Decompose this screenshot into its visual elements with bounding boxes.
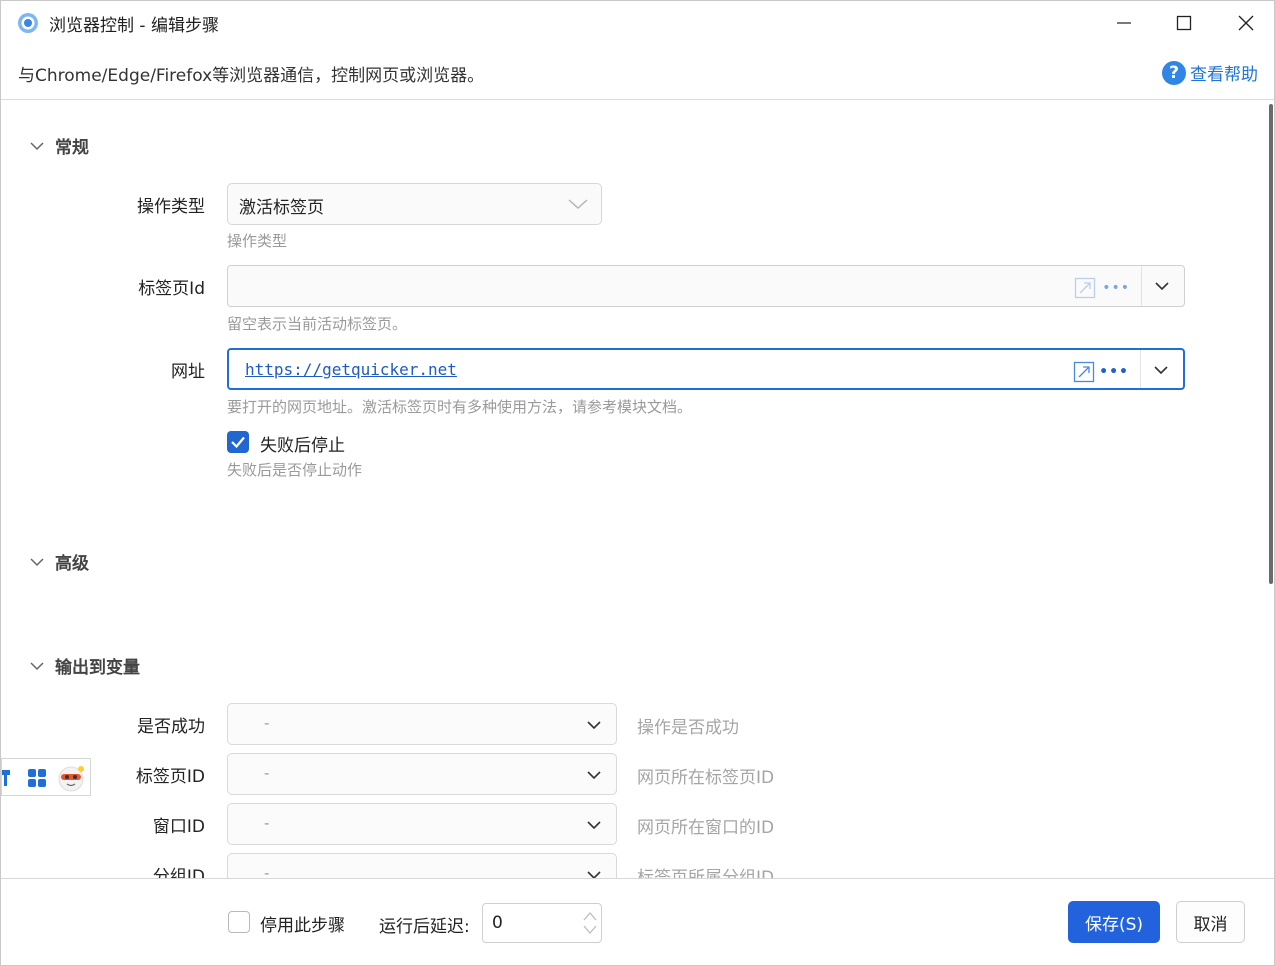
section-advanced-header[interactable]: 高级 (29, 549, 89, 574)
minimize-icon (1117, 22, 1131, 24)
help-icon: ? (1162, 60, 1186, 85)
close-icon (1238, 15, 1254, 31)
more-options-icon[interactable]: ••• (1102, 280, 1130, 296)
section-general-header[interactable]: 常规 (29, 133, 89, 158)
output-hint-window-id: 网页所在窗口的ID (637, 818, 775, 838)
maximize-button[interactable] (1161, 7, 1207, 39)
stop-on-fail-label[interactable]: 失败后停止 (260, 431, 345, 456)
help-link[interactable]: ? 查看帮助 (1162, 60, 1258, 85)
chevron-down-icon (587, 871, 601, 878)
form-content: 常规 操作类型 激活标签页 操作类型 标签页Id ••• 留空表示当前活动标签页… (1, 100, 1263, 878)
output-label-success: 是否成功 (137, 717, 205, 737)
chevron-down-icon[interactable] (1153, 363, 1169, 377)
pin-icon[interactable] (0, 768, 12, 788)
module-description: 与Chrome/Edge/Firefox等浏览器通信，控制网页或浏览器。 (18, 66, 485, 86)
chevron-down-icon (587, 771, 601, 780)
chevron-down-icon (30, 557, 44, 566)
minimize-button[interactable] (1101, 7, 1147, 39)
spinner-arrows-icon[interactable] (581, 907, 599, 939)
operation-type-select[interactable]: 激活标签页 (227, 183, 602, 225)
description-bar: 与Chrome/Edge/Firefox等浏览器通信，控制网页或浏览器。 ? 查… (1, 45, 1274, 100)
section-output-header[interactable]: 输出到变量 (29, 653, 140, 678)
open-external-icon[interactable] (1073, 361, 1095, 383)
grid-icon[interactable] (27, 768, 47, 788)
chevron-down-icon (568, 199, 588, 210)
operation-type-hint: 操作类型 (227, 232, 288, 250)
section-general-title: 常规 (55, 138, 89, 158)
checkmark-icon (231, 436, 245, 449)
tab-id-hint: 留空表示当前活动标签页。 (227, 315, 408, 333)
close-button[interactable] (1223, 7, 1269, 39)
more-options-icon[interactable]: ••• (1099, 364, 1129, 380)
save-button[interactable]: 保存(S) (1068, 901, 1160, 943)
output-label-window-id: 窗口ID (152, 817, 205, 837)
section-output-title: 输出到变量 (55, 658, 140, 678)
editor-window: 浏览器控制 - 编辑步骤 与Chrome/Edge/Firefox等浏览器通信，… (0, 0, 1275, 966)
help-label: 查看帮助 (1190, 65, 1258, 85)
browser-app-icon (18, 13, 38, 33)
url-input[interactable]: https://getquicker.net (245, 350, 1067, 388)
divider (1140, 350, 1141, 388)
open-external-icon[interactable] (1074, 277, 1096, 299)
tab-id-field[interactable]: ••• (227, 265, 1185, 307)
tab-id-input[interactable] (244, 266, 1068, 306)
window-title: 浏览器控制 - 编辑步骤 (49, 16, 219, 36)
stop-on-fail-checkbox[interactable] (227, 431, 249, 453)
chevron-down-icon (30, 661, 44, 670)
url-field[interactable]: https://getquicker.net ••• (227, 348, 1185, 390)
section-advanced-title: 高级 (55, 554, 89, 574)
output-hint-success: 操作是否成功 (637, 718, 739, 738)
output-hint-group-id: 标签页所属分组ID (637, 868, 775, 878)
delay-label: 运行后延迟: (379, 917, 470, 937)
vertical-scrollbar[interactable] (1265, 100, 1274, 878)
output-select-value: - (264, 864, 270, 878)
output-select-value: - (264, 764, 270, 782)
output-label-group-id: 分组ID (152, 867, 205, 878)
title-bar: 浏览器控制 - 编辑步骤 (1, 1, 1274, 45)
divider (1141, 266, 1142, 306)
chevron-down-icon (587, 721, 601, 730)
output-select-value: - (264, 714, 270, 732)
chevron-down-icon (587, 821, 601, 830)
output-select-window-id[interactable]: - (227, 803, 617, 845)
disable-step-label[interactable]: 停用此步骤 (260, 911, 345, 936)
tab-id-label: 标签页Id (138, 279, 205, 299)
mascot-icon[interactable] (56, 764, 86, 792)
maximize-icon (1176, 15, 1192, 31)
output-select-value: - (264, 814, 270, 832)
output-select-group-id[interactable]: - (227, 853, 617, 878)
footer-bar: 停用此步骤 运行后延迟: 0 保存(S) 取消 (1, 878, 1274, 965)
operation-type-value: 激活标签页 (239, 198, 324, 218)
output-select-tab-id[interactable]: - (227, 753, 617, 795)
chevron-down-icon (30, 141, 44, 150)
stop-on-fail-hint: 失败后是否停止动作 (227, 461, 363, 479)
delay-value: 0 (492, 913, 503, 933)
url-label: 网址 (171, 362, 205, 382)
operation-type-label: 操作类型 (137, 197, 205, 217)
url-hint: 要打开的网页地址。激活标签页时有多种使用方法，请参考模块文档。 (227, 398, 693, 416)
output-hint-tab-id: 网页所在标签页ID (637, 768, 775, 788)
disable-step-checkbox[interactable] (228, 911, 250, 933)
scrollbar-thumb[interactable] (1269, 104, 1273, 584)
floating-toolbar (1, 758, 91, 796)
output-select-success[interactable]: - (227, 703, 617, 745)
delay-input[interactable]: 0 (482, 903, 602, 943)
cancel-button[interactable]: 取消 (1176, 901, 1245, 943)
chevron-down-icon[interactable] (1154, 279, 1170, 293)
